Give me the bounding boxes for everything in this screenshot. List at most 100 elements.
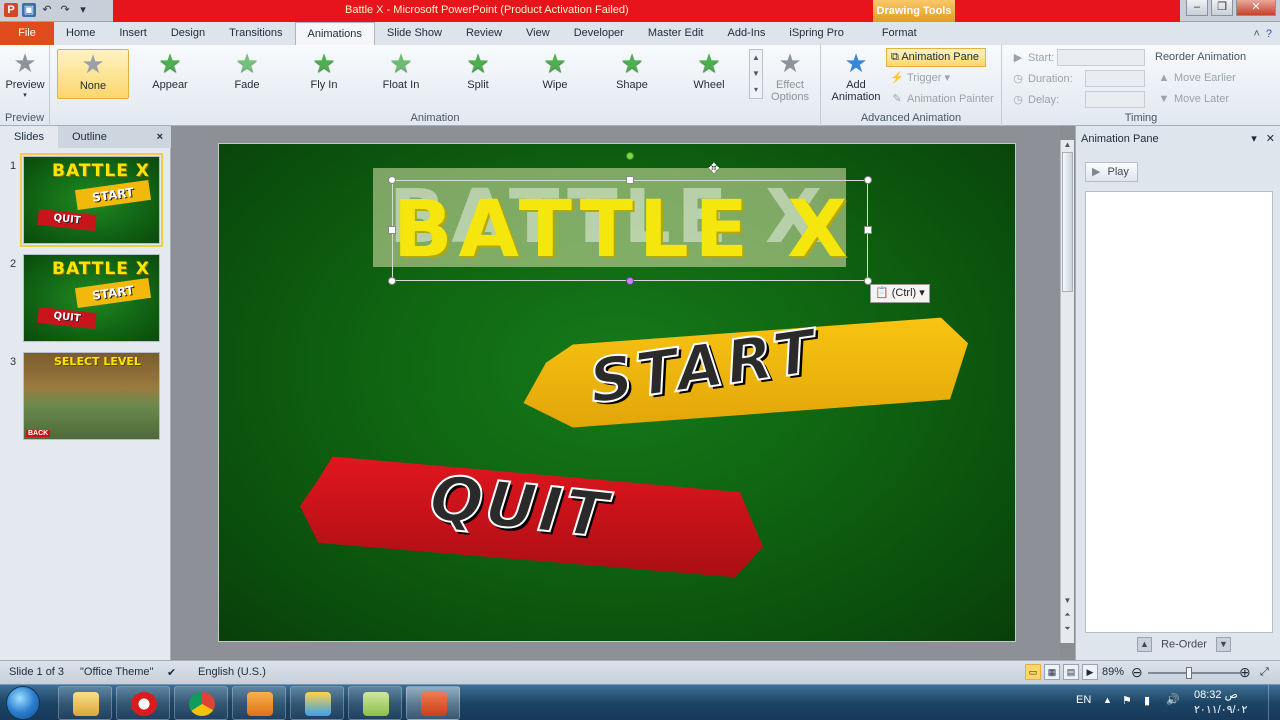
tab-ispring-pro[interactable]: iSpring Pro <box>777 22 855 45</box>
zoom-out-icon[interactable]: ⊖ <box>1131 664 1143 681</box>
delay-field[interactable] <box>1085 91 1145 108</box>
resize-handle-sw[interactable] <box>388 277 396 285</box>
zoom-slider[interactable] <box>1148 667 1240 679</box>
resize-handle-n[interactable] <box>626 176 634 184</box>
tab-design[interactable]: Design <box>159 22 217 45</box>
undo-icon[interactable]: ↶ <box>40 3 54 17</box>
tab-transitions[interactable]: Transitions <box>217 22 294 45</box>
clock-date[interactable]: ٢٠١١/٠٩/٠٢ <box>1194 703 1247 716</box>
tab-animations[interactable]: Animations <box>294 22 375 45</box>
start-menu-icon[interactable] <box>6 686 40 720</box>
animation-pane-button[interactable]: ⧉ Animation Pane <box>886 48 986 67</box>
close-icon[interactable]: ✕ <box>1236 0 1276 16</box>
tab-file[interactable]: File <box>0 22 54 45</box>
slide-canvas[interactable]: BATTLE X BATTLE X ✥ 📋 (Ctrl) ▾ START QUI… <box>218 143 1016 642</box>
zoom-slider-knob[interactable] <box>1186 667 1193 679</box>
fit-to-window-icon[interactable]: ⤢ <box>1260 666 1269 679</box>
animation-painter-button[interactable]: ✎ Animation Painter <box>890 92 993 105</box>
slide-thumbnail-2[interactable]: BATTLE X START QUIT <box>23 254 160 342</box>
zoom-level[interactable]: 89% <box>1102 666 1124 678</box>
animation-wipe[interactable]: ★ Wipe <box>519 49 591 99</box>
notes-icon[interactable] <box>348 686 402 720</box>
tab-format[interactable]: Format <box>856 22 943 45</box>
reading-view-icon[interactable]: ▤ <box>1063 664 1079 680</box>
theme-name[interactable]: "Office Theme" <box>80 666 153 678</box>
animation-fly-in[interactable]: ★ Fly In <box>288 49 360 99</box>
input-language[interactable]: EN <box>1076 694 1091 706</box>
move-later-button[interactable]: ▼ Move Later <box>1157 93 1229 105</box>
paste-options-tag[interactable]: 📋 (Ctrl) ▾ <box>870 284 930 303</box>
customize-qat-icon[interactable]: ▾ <box>76 3 90 17</box>
reorder-down-icon[interactable]: ▼ <box>1215 637 1231 652</box>
resize-handle-e[interactable] <box>864 226 872 234</box>
animation-float-in[interactable]: ★ Float In <box>365 49 437 99</box>
redo-icon[interactable]: ↷ <box>58 3 72 17</box>
restore-icon[interactable]: ❐ <box>1211 0 1233 16</box>
slide-sorter-icon[interactable]: ▦ <box>1044 664 1060 680</box>
language-indicator[interactable]: English (U.S.) <box>198 666 266 678</box>
trigger-button[interactable]: ⚡ Trigger ▾ <box>890 71 950 84</box>
resize-handle-ne[interactable] <box>864 176 872 184</box>
show-desktop-button[interactable] <box>1268 685 1280 720</box>
tab-add-ins[interactable]: Add-Ins <box>715 22 777 45</box>
explorer-icon[interactable] <box>58 686 112 720</box>
volume-icon[interactable]: 🔊 <box>1166 693 1180 706</box>
animation-appear[interactable]: ★ Appear <box>134 49 206 99</box>
resize-handle-w[interactable] <box>388 226 396 234</box>
tab-home[interactable]: Home <box>54 22 107 45</box>
scroll-up-icon[interactable]: ▲ <box>1061 140 1074 149</box>
save-icon[interactable]: ▣ <box>22 3 36 17</box>
slideshow-view-icon[interactable]: ▶ <box>1082 664 1098 680</box>
vertical-scrollbar[interactable]: ▲ ▼ ⏶ ⏷ <box>1060 140 1074 643</box>
close-pane-icon[interactable]: × <box>149 126 171 148</box>
tray-expand-icon[interactable]: ▲ <box>1103 695 1112 705</box>
slide-thumbnail-3[interactable]: SELECT LEVEL BACK <box>23 352 160 440</box>
animation-wheel[interactable]: ★ Wheel <box>673 49 745 99</box>
clock-time[interactable]: 08:32 ص <box>1194 688 1238 701</box>
animation-list[interactable] <box>1085 191 1273 633</box>
rotation-handle[interactable] <box>626 152 634 160</box>
zoom-in-icon[interactable]: ⊕ <box>1239 664 1251 681</box>
scroll-thumb[interactable] <box>1062 152 1073 292</box>
animation-shape[interactable]: ★ Shape <box>596 49 668 99</box>
tab-developer[interactable]: Developer <box>562 22 636 45</box>
media-player-icon[interactable] <box>232 686 286 720</box>
opera-icon[interactable] <box>116 686 170 720</box>
slide-thumbnail-1[interactable]: BATTLE X START QUIT <box>20 153 163 247</box>
powerpoint-icon[interactable] <box>406 686 460 720</box>
tab-review[interactable]: Review <box>454 22 514 45</box>
tab-master-edit[interactable]: Master Edit <box>636 22 716 45</box>
start-dropdown[interactable] <box>1057 49 1145 66</box>
next-slide-icon[interactable]: ⏷ <box>1061 624 1074 634</box>
help-icon[interactable]: ? <box>1266 28 1272 40</box>
spell-check-icon[interactable]: ✔ <box>167 666 176 679</box>
scroll-down-icon[interactable]: ▼ <box>1061 596 1074 605</box>
network-icon[interactable]: ▮ <box>1144 694 1150 707</box>
adjust-handle[interactable] <box>626 277 634 285</box>
chrome-icon[interactable] <box>174 686 228 720</box>
add-animation-button[interactable]: ★ Add Animation <box>825 49 887 103</box>
duration-field[interactable] <box>1085 70 1145 87</box>
reorder-up-icon[interactable]: ▲ <box>1137 637 1152 652</box>
start-button-shape[interactable]: START <box>519 314 968 436</box>
preview-button[interactable]: ★ Preview ▾ <box>4 49 46 99</box>
tab-outline[interactable]: Outline <box>58 126 121 148</box>
normal-view-icon[interactable]: ▭ <box>1025 664 1041 680</box>
quit-button-shape[interactable]: QUIT <box>300 454 763 581</box>
pane-close-icon[interactable]: ✕ <box>1266 133 1275 145</box>
move-earlier-button[interactable]: ▲ Move Earlier <box>1157 72 1236 84</box>
collapse-ribbon-icon[interactable]: ˄ <box>1253 28 1259 40</box>
tab-insert[interactable]: Insert <box>107 22 159 45</box>
animation-fade[interactable]: ★ Fade <box>211 49 283 99</box>
tab-slides[interactable]: Slides <box>0 126 58 148</box>
tab-view[interactable]: View <box>514 22 562 45</box>
tab-slide-show[interactable]: Slide Show <box>375 22 454 45</box>
animation-none[interactable]: ★ None <box>57 49 129 99</box>
resize-handle-nw[interactable] <box>388 176 396 184</box>
gallery-scroll[interactable]: ▲ ▼ ▾ <box>749 49 763 99</box>
pane-menu-icon[interactable]: ▾ <box>1251 133 1257 145</box>
powerpoint-app-icon[interactable]: P <box>4 3 18 17</box>
effect-options-button[interactable]: ★ Effect Options <box>764 49 816 103</box>
minimize-icon[interactable]: – <box>1186 0 1208 16</box>
prev-slide-icon[interactable]: ⏶ <box>1061 610 1074 620</box>
